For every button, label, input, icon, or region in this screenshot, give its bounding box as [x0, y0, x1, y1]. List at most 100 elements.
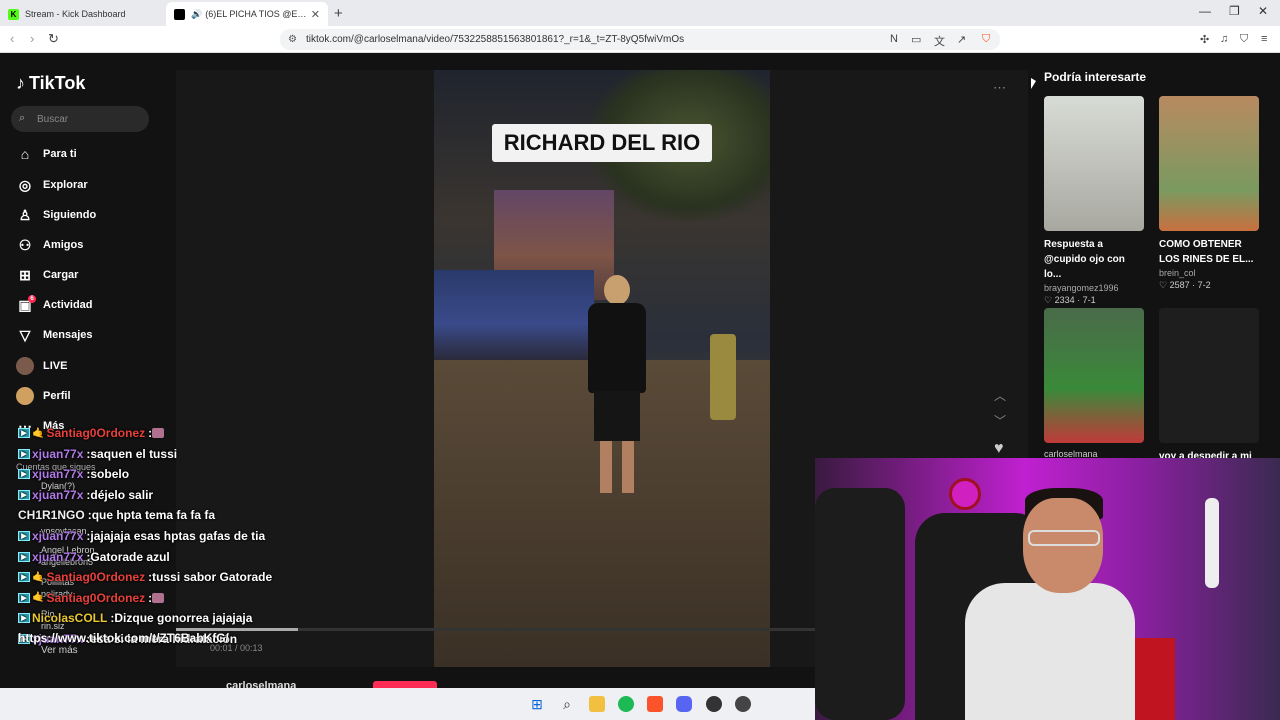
video-frame[interactable]: RICHARD DEL RIO [434, 70, 770, 667]
nav-mensajes[interactable]: ▽ Mensajes [16, 324, 93, 346]
close-tab-icon[interactable]: ✕ [311, 8, 320, 21]
chat-emote-image-icon [152, 592, 165, 603]
nav-label: Amigos [43, 239, 84, 251]
chat-text: sobelo [90, 467, 130, 482]
brave-browser-icon[interactable] [647, 696, 663, 712]
search-input[interactable]: ⌕ Buscar [11, 106, 149, 132]
site-info-icon[interactable]: ⚙ [288, 34, 297, 45]
menu-icon[interactable]: ≡ [1261, 33, 1267, 45]
nav-actividad[interactable]: ▣ 6 Actividad [16, 294, 93, 316]
back-icon[interactable]: ‹ [10, 31, 14, 46]
chat-emote-icon: 🤙 [32, 571, 45, 583]
nav-cargar[interactable]: ⊞ Cargar [16, 264, 78, 286]
browser-tabbar: K Stream - Kick Dashboard 🔊 (6)EL PICHA … [0, 0, 1280, 26]
profile-avatar [16, 387, 34, 405]
chat-emote-icon: 🤙 [32, 592, 45, 604]
see-more-link[interactable]: Ver más [41, 645, 78, 656]
nav-label: Explorar [43, 179, 88, 191]
video-bin [710, 334, 736, 420]
discord-icon[interactable] [676, 696, 692, 712]
next-video-icon[interactable]: ﹀ [994, 412, 1006, 429]
chat-text: Gatorade azul [90, 549, 170, 564]
nav-label: LIVE [43, 360, 68, 372]
recommended-thumbnail [1159, 308, 1259, 443]
cast-icon[interactable]: ▭ [911, 33, 921, 46]
chat-message: ▶ 🤙 Santiag0Ordonez: [18, 426, 165, 440]
obs-icon[interactable] [706, 696, 722, 712]
speaker-icon: 🔊 [191, 8, 203, 19]
friends-icon: ⚇ [18, 236, 32, 253]
chat-message: ▶ xjuan77x: saquen el tussi [18, 447, 177, 461]
chat-message: ▶ xjuan77x: déjelo salir [18, 488, 153, 502]
chat-badge-icon: ▶ [18, 592, 30, 603]
search-icon[interactable]: ⌕ [559, 696, 575, 712]
nav-perfil[interactable]: Perfil [16, 385, 71, 407]
chat-text: tussi sabor Gatorade [152, 570, 273, 585]
chat-text: saquen el tussi [90, 446, 178, 461]
file-explorer-icon[interactable] [589, 696, 605, 712]
logo-text: TikTok [29, 73, 86, 93]
restore-icon[interactable]: ❐ [1229, 4, 1240, 18]
minimize-icon[interactable]: — [1199, 4, 1211, 18]
recommended-card[interactable]: COMO OBTENER LOS RINES DE EL... brein_co… [1159, 96, 1259, 291]
recommended-stats: ♡ 2587 · 7-2 [1159, 280, 1211, 290]
video-progress-bar[interactable] [176, 628, 816, 631]
chat-username: xjuan77x [32, 446, 84, 461]
tab-tiktok[interactable]: 🔊 (6)EL PICHA TIOS @Elchantyy ✕ [166, 2, 328, 26]
new-tab-button[interactable]: + [334, 5, 343, 22]
steam-icon[interactable] [735, 696, 751, 712]
chat-text: jajajaja esas hptas gafas de tia [90, 529, 266, 543]
recommended-card[interactable]: carloselmana [1044, 308, 1144, 459]
chat-badge-icon: ▶ [18, 572, 30, 583]
nav-label: Para ti [43, 148, 77, 160]
tab-kick-dashboard[interactable]: K Stream - Kick Dashboard [0, 2, 166, 26]
chat-badge-icon: ▶ [18, 531, 30, 541]
search-placeholder: Buscar [37, 113, 69, 125]
nav-label: Perfil [43, 390, 71, 402]
recommended-card[interactable]: voy a despedir a mi [1159, 308, 1259, 464]
post-date: 7-1 [1082, 295, 1096, 305]
vpn-icon[interactable]: ⛉ [1240, 33, 1248, 46]
share-icon[interactable]: ↗ [957, 33, 966, 46]
extensions-icon[interactable]: ✣ [1200, 33, 1209, 46]
music-icon[interactable]: ♫ [1220, 33, 1228, 45]
recommended-caption: Respuesta a @cupido ojo con lo... [1044, 239, 1125, 280]
recommended-stats: ♡ 2334 · 7-1 [1044, 295, 1096, 305]
chat-message: ▶ 🤙 Santiag0Ordonez: tussi sabor Gatorade [18, 570, 272, 584]
recommended-card[interactable]: Respuesta a @cupido ojo con lo... brayan… [1044, 96, 1144, 306]
nav-live[interactable]: LIVE [16, 355, 67, 377]
nav-para-ti[interactable]: ⌂ Para ti [16, 143, 77, 165]
chat-message: ▶ 🤙 Santiag0Ordonez: [18, 591, 165, 605]
chat-username: xjuan77x [32, 487, 84, 502]
like-heart-icon[interactable]: ♥ [994, 440, 1004, 458]
close-window-icon[interactable]: ✕ [1258, 4, 1268, 18]
nav-label: Siguiendo [43, 209, 97, 221]
nav-label: Actividad [43, 299, 93, 311]
tab-title: (6)EL PICHA TIOS @Elchantyy [205, 9, 307, 19]
forward-icon[interactable]: › [30, 31, 34, 46]
home-icon: ⌂ [20, 146, 30, 162]
url-text: tiktok.com/@carloselmana/video/753225885… [306, 34, 685, 45]
brave-shield-icon[interactable]: ⛉ [982, 33, 990, 46]
video-caption: RICHARD DEL RIO [492, 124, 712, 162]
previous-video-icon[interactable]: ︿ [994, 387, 1006, 404]
more-options-icon[interactable]: ⋯ [993, 80, 1006, 96]
chat-username: xjuan77x [32, 549, 84, 564]
reader-icon[interactable]: N [890, 33, 898, 45]
chat-username: Santiag0Ordonez [46, 570, 146, 585]
recommended-thumbnail [1044, 308, 1144, 443]
chat-text: Dizque gonorrea jajajaja [114, 611, 253, 626]
nav-explorar[interactable]: ◎ Explorar [16, 174, 88, 196]
chat-message: ▶ xjuan77x: Gatorade azul [18, 550, 170, 564]
chat-message: ▶ xjuan77x: sobelo [18, 467, 129, 481]
tiktok-logo[interactable]: ♪ TikTok [16, 73, 85, 94]
reload-icon[interactable]: ↻ [48, 31, 59, 47]
spotify-icon[interactable] [618, 696, 634, 712]
nav-amigos[interactable]: ⚇ Amigos [16, 234, 84, 256]
heart-icon: ♡ [1159, 280, 1168, 290]
windows-start-icon[interactable]: ⊞ [529, 696, 545, 712]
nav-siguiendo[interactable]: ♙ Siguiendo [16, 204, 96, 226]
translate-icon[interactable]: 文 [934, 33, 945, 49]
chat-message: ▶ NicolasCOLL: Dizque gonorrea jajajaja [18, 611, 252, 625]
shared-link: https://www.tiktok.com/t/ZT6BabKfG/ [18, 631, 229, 645]
